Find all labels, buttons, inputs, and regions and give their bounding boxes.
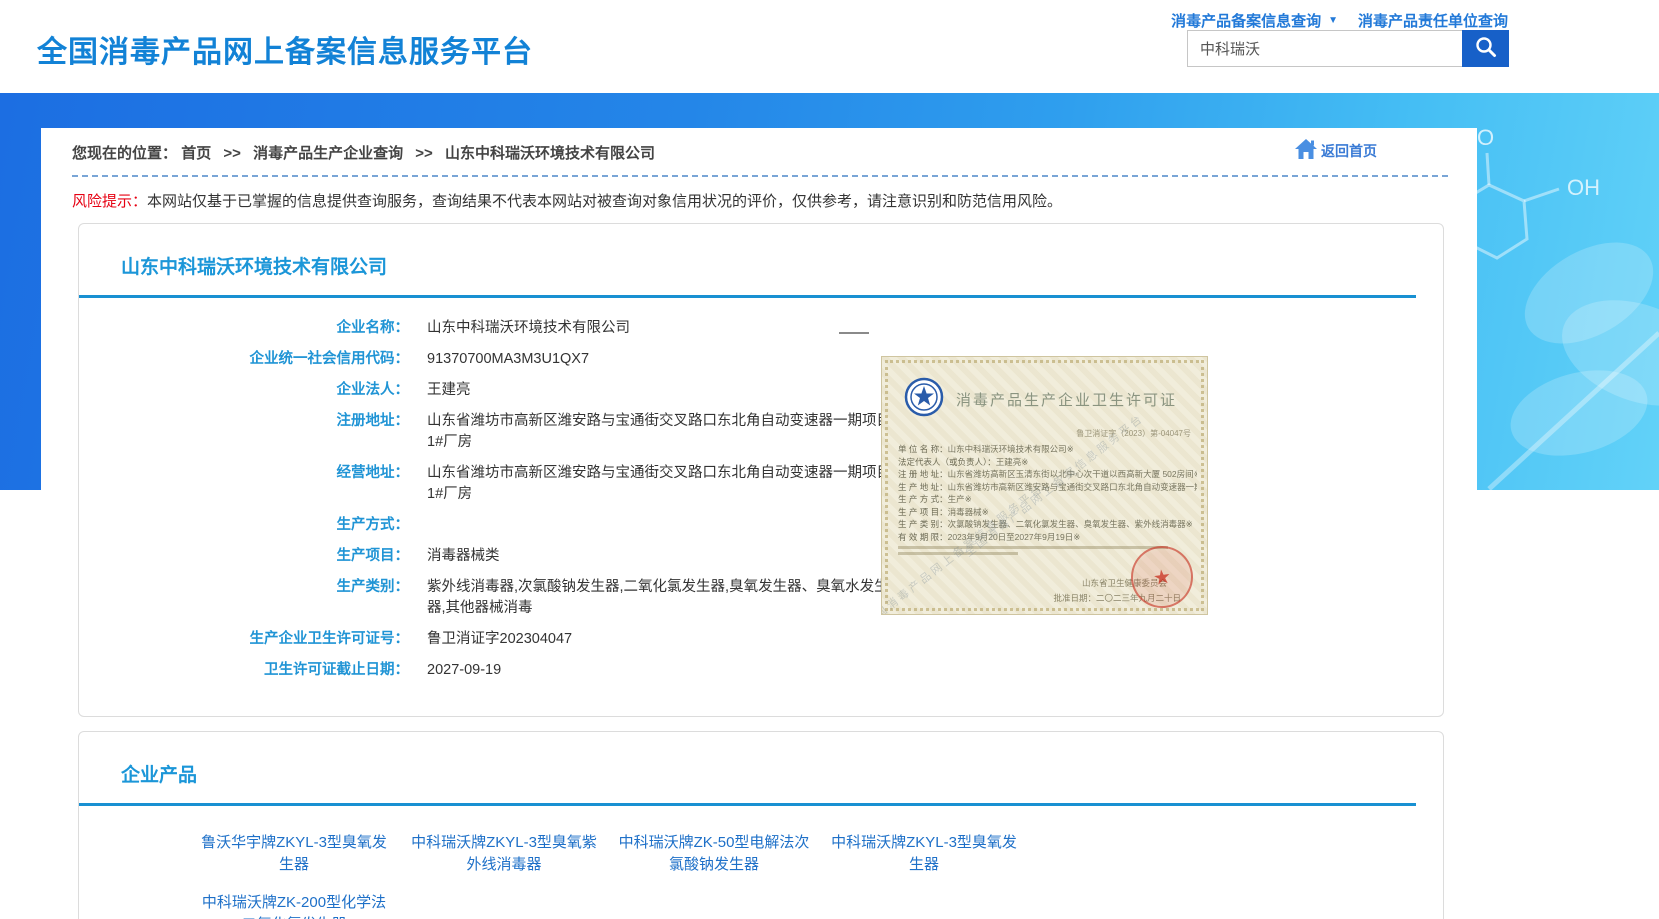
title-underline [79,295,1416,298]
breadcrumb-current: 山东中科瑞沃环境技术有限公司 [445,145,655,162]
certificate-line: 注 册 地 址：山东省潍坊高新区玉清东街以北中心次干道以西高新大厦 502房间※ [898,468,1197,481]
field-value: 山东中科瑞沃环境技术有限公司 [427,318,630,339]
field-value: 消毒器械类 [427,546,500,567]
field-value: 鲁卫消证字202304047 [427,629,572,650]
field-label: 经营地址： [79,463,409,505]
svg-text:OH: OH [1567,175,1600,200]
title-underline [79,803,1416,806]
certificate-fineprint [898,546,1168,549]
certificate-line: 法定代表人（或负责人）：王建亮※ [898,456,1197,469]
field-label: 卫生许可证截止日期： [79,660,409,681]
field-row: 企业名称： 山东中科瑞沃环境技术有限公司 [79,313,1443,344]
field-value: 山东省潍坊市高新区潍安路与宝通街交叉路口东北角自动变速器一期项目1#厂房 [427,411,897,453]
certificate-issuer: 山东省卫生健康委员会 [882,577,1167,589]
risk-notice: 风险提示：本网站仅基于已掌握的信息提供查询服务，查询结果不代表本网站对被查询对象… [72,190,1447,211]
certificate-line: 单 位 名 称：山东中科瑞沃环境技术有限公司※ [898,443,1197,456]
breadcrumb: 您现在的位置： 首页 >> 消毒产品生产企业查询 >> 山东中科瑞沃环境技术有限… [41,128,1477,163]
hygiene-licence-certificate-image: 全国消毒产品网上备案信息服务平台 全国消毒产品网上备案信息服务平台 消毒产品生产… [881,356,1208,615]
search-button[interactable] [1462,30,1509,67]
certificate-lines: 单 位 名 称：山东中科瑞沃环境技术有限公司※ 法定代表人（或负责人）：王建亮※… [898,443,1197,543]
product-link[interactable]: 中科瑞沃牌ZKYL-3型臭氧发生器 [819,832,1029,876]
field-row: 企业法人： 王建亮 [79,375,1443,406]
home-icon [1294,138,1321,163]
product-link[interactable]: 中科瑞沃牌ZKYL-3型臭氧紫外线消毒器 [399,832,609,876]
product-link[interactable]: 鲁沃华宇牌ZKYL-3型臭氧发生器 [189,832,399,876]
nav-records-query[interactable]: 消毒产品备案信息查询 ▼ [1171,10,1338,31]
header: 全国消毒产品网上备案信息服务平台 消毒产品备案信息查询 ▼ 消毒产品责任单位查询 [0,0,1659,93]
certificate-title: 消毒产品生产企业卫生许可证 [956,389,1177,410]
field-row: 生产方式： [79,510,1443,541]
main-panel: 您现在的位置： 首页 >> 消毒产品生产企业查询 >> 山东中科瑞沃环境技术有限… [41,128,1477,919]
field-label: 企业统一社会信用代码： [79,349,409,370]
certificate-header: 消毒产品生产企业卫生许可证 [904,377,1193,422]
field-row: 企业统一社会信用代码： 91370700MA3M3U1QX7 [79,344,1443,375]
certificate-line: 有 效 期 限：2023年9月20日至2027年9月19日※ [898,531,1197,544]
nav-records-query-label: 消毒产品备案信息查询 [1171,10,1321,31]
national-emblem-icon [904,377,944,422]
back-home-label: 返回首页 [1321,141,1377,161]
chevron-down-icon: ▼ [1328,15,1338,26]
field-row: 注册地址： 山东省潍坊市高新区潍安路与宝通街交叉路口东北角自动变速器一期项目1#… [79,406,1443,458]
products-list: 鲁沃华宇牌ZKYL-3型臭氧发生器 中科瑞沃牌ZKYL-3型臭氧紫外线消毒器 中… [189,832,1039,919]
field-row: 生产类别： 紫外线消毒器,次氯酸钠发生器,二氧化氯发生器,臭氧发生器、臭氧水发生… [79,572,1443,624]
breadcrumb-category[interactable]: 消毒产品生产企业查询 [253,145,403,162]
company-card-title: 山东中科瑞沃环境技术有限公司 [121,252,1443,279]
field-label: 生产方式： [79,515,409,536]
field-row: 生产项目： 消毒器械类 [79,541,1443,572]
page: 全国消毒产品网上备案信息服务平台 消毒产品备案信息查询 ▼ 消毒产品责任单位查询 [0,0,1659,919]
field-label: 企业法人： [79,380,409,401]
nav-responsible-unit-query[interactable]: 消毒产品责任单位查询 [1358,10,1508,31]
company-info-form: 企业名称： 山东中科瑞沃环境技术有限公司 企业统一社会信用代码： 9137070… [79,313,1443,716]
breadcrumb-home[interactable]: 首页 [181,145,211,162]
back-home-link[interactable]: 返回首页 [1294,138,1377,163]
products-card-title: 企业产品 [121,760,1443,787]
certificate-line: 生 产 类 别：次氯酸钠发生器、二氧化氯发生器、臭氧发生器、紫外线消毒器※ [898,518,1197,531]
site-title: 全国消毒产品网上备案信息服务平台 [37,27,533,71]
field-label: 注册地址： [79,411,409,453]
certificate-fineprint [898,552,1018,555]
search-input[interactable] [1187,30,1462,67]
field-value: 紫外线消毒器,次氯酸钠发生器,二氧化氯发生器,臭氧发生器、臭氧水发生器,其他器械… [427,577,897,619]
field-value: 王建亮 [427,380,471,401]
dashed-divider [72,175,1448,177]
field-row: 经营地址： 山东省潍坊市高新区潍安路与宝通街交叉路口东北角自动变速器一期项目1#… [79,458,1443,510]
certificate-line: 生 产 地 址：山东省潍坊市高新区潍安路与宝通街交叉路口东北角自动变速器一期项目… [898,481,1197,494]
svg-text:O: O [1477,125,1494,150]
product-link[interactable]: 中科瑞沃牌ZK-50型电解法次氯酸钠发生器 [609,832,819,876]
field-label: 生产项目： [79,546,409,567]
breadcrumb-separator: >> [223,145,241,162]
search-icon [1474,35,1498,62]
certificate-line: 生 产 方 式：生产※ [898,493,1197,506]
products-card: 企业产品 鲁沃华宇牌ZKYL-3型臭氧发生器 中科瑞沃牌ZKYL-3型臭氧紫外线… [78,731,1444,919]
breadcrumb-prefix: 您现在的位置： [72,145,177,162]
field-label: 企业名称： [79,318,409,339]
field-label: 生产类别： [79,577,409,619]
field-value: 91370700MA3M3U1QX7 [427,349,589,370]
certificate-number: 鲁卫消证字（2023）第-04047号 [882,428,1191,439]
field-row: 卫生许可证截止日期： 2027-09-19 [79,655,1443,686]
field-label: 生产企业卫生许可证号： [79,629,409,650]
nav-responsible-unit-query-label: 消毒产品责任单位查询 [1358,10,1508,31]
product-link[interactable]: 中科瑞沃牌ZK-200型化学法二氧化氯发生器 [189,892,399,919]
scan-artifact [839,332,869,334]
field-value: 2027-09-19 [427,660,501,681]
risk-notice-label: 风险提示： [72,193,147,210]
breadcrumb-separator: >> [415,145,433,162]
certificate-line: 生 产 项 目：消毒器械※ [898,506,1197,519]
search-bar [1187,30,1509,67]
company-info-card: 山东中科瑞沃环境技术有限公司 企业名称： 山东中科瑞沃环境技术有限公司 企业统一… [78,223,1444,717]
risk-notice-text: 本网站仅基于已掌握的信息提供查询服务，查询结果不代表本网站对被查询对象信用状况的… [147,193,1062,210]
field-value: 山东省潍坊市高新区潍安路与宝通街交叉路口东北角自动变速器一期项目1#厂房 [427,463,897,505]
top-nav: 消毒产品备案信息查询 ▼ 消毒产品责任单位查询 [1171,10,1508,31]
field-row: 生产企业卫生许可证号： 鲁卫消证字202304047 [79,624,1443,655]
